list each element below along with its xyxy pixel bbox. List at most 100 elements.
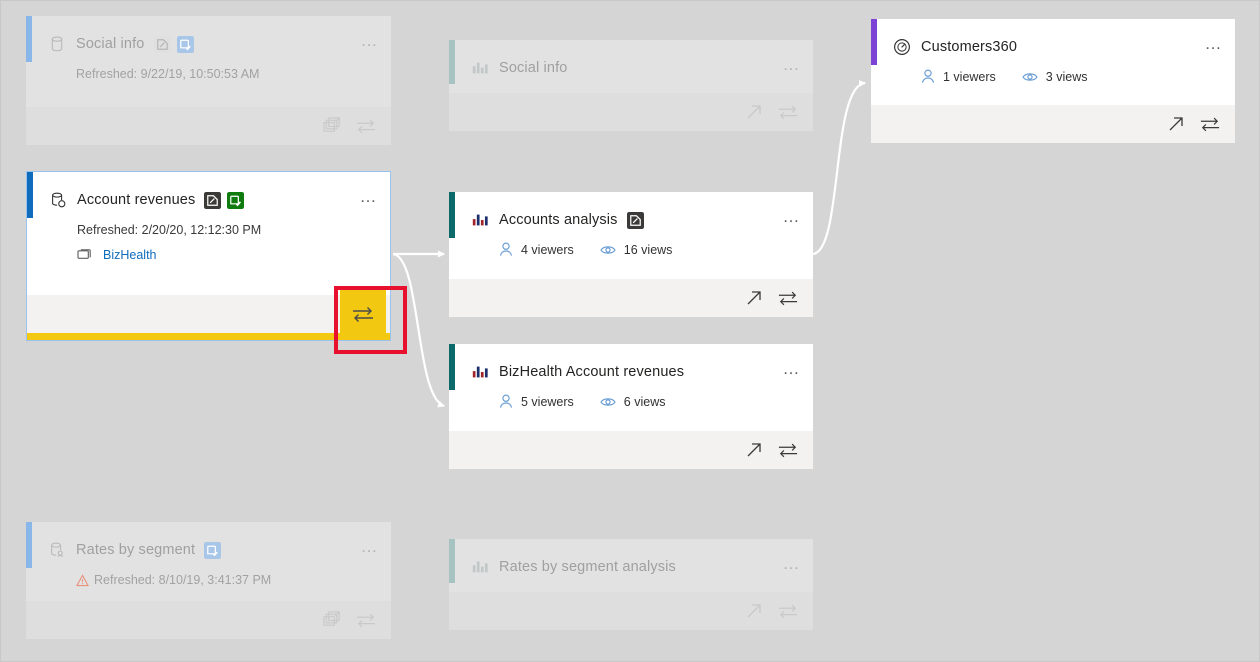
- card-body: Customers360 … 1 viewers 3 views: [871, 19, 1235, 105]
- card-stats: 5 viewers 6 views: [449, 386, 813, 409]
- card-header: BizHealth Account revenues …: [449, 344, 813, 386]
- card-footer: [449, 431, 813, 469]
- refresh-text: Refreshed: 8/10/19, 3:41:37 PM: [94, 573, 272, 587]
- impact-analysis-icon: [778, 105, 798, 120]
- card-footer: [449, 592, 813, 630]
- card-title: Rates by segment analysis: [499, 559, 676, 575]
- open-dashboard-icon: [1169, 117, 1183, 131]
- card-badges: [153, 35, 194, 53]
- impact-analysis-button[interactable]: [351, 606, 381, 634]
- person-icon: [500, 242, 512, 256]
- open-report-button[interactable]: [739, 98, 769, 126]
- dataset-icon: [52, 192, 66, 208]
- card-rates-by-segment-dataset[interactable]: Rates by segment … Refreshed: 8/10/19, 3: [26, 522, 391, 639]
- card-body: Social info … Refreshed: 9/22/19, 10:50:…: [26, 16, 391, 107]
- card-more-menu[interactable]: …: [1205, 35, 1224, 54]
- card-account-revenues-dataset[interactable]: Account revenues … Refreshed: 2/20/20, 1…: [26, 171, 391, 341]
- card-footer: [449, 279, 813, 317]
- impact-analysis-icon: [778, 604, 798, 619]
- card-body: Social info …: [449, 40, 813, 93]
- card-title: Account revenues: [77, 192, 196, 208]
- views-stat: 16 views: [600, 243, 672, 257]
- open-report-icon: [747, 105, 761, 119]
- person-icon: [500, 394, 512, 408]
- create-report-button[interactable]: [317, 606, 347, 634]
- card-more-menu[interactable]: …: [783, 555, 802, 574]
- viewers-text: 4 viewers: [521, 242, 574, 257]
- dataset-icon: [51, 36, 63, 52]
- impact-analysis-icon: [356, 613, 376, 628]
- card-accounts-analysis-report[interactable]: Accounts analysis … 4 viewers 16 views: [449, 192, 813, 317]
- eye-icon: [600, 397, 616, 406]
- endorsement-certified-icon: [204, 541, 222, 559]
- views-text: 3 views: [1045, 69, 1088, 84]
- impact-analysis-button[interactable]: [773, 98, 803, 126]
- eye-icon: [600, 245, 616, 254]
- card-refresh-meta: Refreshed: 8/10/19, 3:41:37 PM: [26, 564, 391, 587]
- card-header: Accounts analysis …: [449, 192, 813, 234]
- impact-analysis-button[interactable]: [1195, 110, 1225, 138]
- impact-analysis-button[interactable]: [773, 597, 803, 625]
- card-more-menu[interactable]: …: [361, 32, 380, 51]
- report-icon: [472, 561, 488, 573]
- card-more-menu[interactable]: …: [783, 360, 802, 379]
- open-dashboard-button[interactable]: [1161, 110, 1191, 138]
- card-title: Customers360: [921, 39, 1018, 55]
- card-accent-bar: [449, 192, 455, 238]
- card-bizhealth-account-revenues-report[interactable]: BizHealth Account revenues … 5 viewers 6…: [449, 344, 813, 469]
- impact-analysis-button[interactable]: [773, 284, 803, 312]
- open-report-button[interactable]: [739, 597, 769, 625]
- card-title: Rates by segment: [76, 542, 196, 558]
- report-icon: [472, 214, 488, 226]
- card-accent-bar: [27, 172, 33, 218]
- card-stats: 1 viewers 3 views: [871, 61, 1235, 84]
- card-rates-by-segment-analysis-report[interactable]: Rates by segment analysis …: [449, 539, 813, 630]
- card-more-menu[interactable]: …: [361, 538, 380, 557]
- card-more-menu[interactable]: …: [783, 208, 802, 227]
- refresh-text: Refreshed: 2/20/20, 12:12:30 PM: [77, 223, 262, 237]
- open-report-button[interactable]: [739, 284, 769, 312]
- impact-analysis-button[interactable]: [340, 288, 386, 340]
- views-stat: 6 views: [600, 394, 666, 409]
- endorsement-certified-icon: [227, 191, 245, 209]
- impact-analysis-icon: [353, 307, 373, 322]
- card-title: Social info: [76, 36, 145, 52]
- impact-analysis-icon: [1200, 117, 1220, 132]
- card-customers360-dashboard[interactable]: Customers360 … 1 viewers 3 views: [871, 19, 1235, 143]
- sensitivity-label-icon: [204, 191, 222, 209]
- card-title: BizHealth Account revenues: [499, 364, 685, 380]
- create-report-button[interactable]: [317, 112, 347, 140]
- sensitivity-label-icon: [626, 211, 644, 229]
- dataset-icon: [51, 542, 64, 557]
- card-more-menu[interactable]: …: [783, 56, 802, 75]
- card-footer: [26, 107, 391, 145]
- card-body: BizHealth Account revenues … 5 viewers 6…: [449, 344, 813, 431]
- open-report-icon: [747, 443, 761, 457]
- card-social-info-report[interactable]: Social info …: [449, 40, 813, 131]
- eye-icon: [1022, 72, 1038, 81]
- card-footer: [871, 105, 1235, 143]
- views-text: 6 views: [623, 394, 666, 409]
- card-footer: [26, 288, 391, 340]
- create-report-icon: [322, 611, 340, 626]
- card-header: Customers360 …: [871, 19, 1235, 61]
- card-workspace-row[interactable]: BizHealth: [27, 237, 390, 262]
- endorsement-certified-icon: [176, 35, 194, 53]
- workspace-icon: [77, 249, 91, 259]
- card-badges: [626, 211, 644, 229]
- impact-analysis-button[interactable]: [351, 112, 381, 140]
- open-report-button[interactable]: [739, 436, 769, 464]
- viewers-text: 5 viewers: [521, 394, 574, 409]
- card-refresh-meta: Refreshed: 2/20/20, 12:12:30 PM: [27, 214, 390, 237]
- card-body: Rates by segment analysis …: [449, 539, 813, 592]
- card-footer: [26, 601, 391, 639]
- impact-analysis-button[interactable]: [773, 436, 803, 464]
- impact-analysis-icon: [356, 119, 376, 134]
- card-more-menu[interactable]: …: [360, 188, 379, 207]
- workspace-link[interactable]: BizHealth: [103, 248, 157, 262]
- create-report-icon: [322, 117, 340, 132]
- card-header: Rates by segment analysis …: [449, 539, 813, 581]
- views-stat: 3 views: [1022, 69, 1088, 84]
- card-social-info-dataset[interactable]: Social info … Refreshed: 9/22/19, 10:50:…: [26, 16, 391, 145]
- card-title: Social info: [499, 60, 568, 76]
